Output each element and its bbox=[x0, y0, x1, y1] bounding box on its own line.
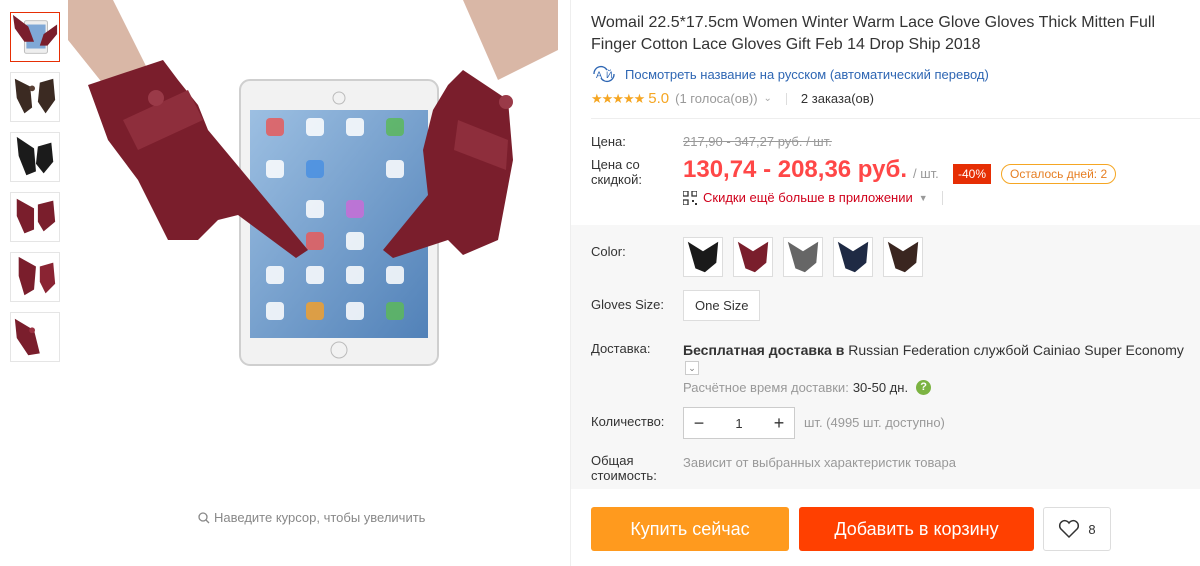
svg-text:A: A bbox=[596, 70, 602, 80]
thumbnail-3[interactable] bbox=[10, 132, 60, 182]
price-label: Цена: bbox=[591, 134, 626, 149]
total-info: Зависит от выбранных характеристик товар… bbox=[683, 455, 956, 470]
translate-icon: A Й bbox=[593, 66, 615, 82]
quantity-available: шт. (4995 шт. доступно) bbox=[804, 415, 945, 430]
help-icon[interactable]: ? bbox=[916, 380, 932, 395]
discount-price-label: Цена со скидкой: bbox=[591, 157, 642, 187]
rating-row: ★★★★★ 5.0 (1 голоса(ов)) ⌄ 2 заказа(ов) bbox=[591, 90, 874, 107]
wine-gloves-thumb-icon bbox=[16, 198, 56, 234]
tablet-gloves-thumb-icon bbox=[12, 14, 58, 54]
shipping-destination[interactable]: Russian Federation bbox=[848, 342, 969, 358]
shipping-label: Доставка: bbox=[591, 341, 651, 356]
size-option-one-size[interactable]: One Size bbox=[683, 290, 761, 321]
divider bbox=[941, 190, 943, 205]
price-block: Цена: 217,90 - 347,27 руб. / шт. Цена со… bbox=[571, 122, 1200, 225]
gray-glove-swatch-icon bbox=[787, 241, 819, 273]
color-label: Color: bbox=[591, 244, 626, 259]
minus-icon[interactable]: − bbox=[684, 408, 714, 438]
app-discount-text[interactable]: Скидки ещё больше в приложении bbox=[703, 190, 913, 205]
color-option-navy[interactable] bbox=[833, 237, 873, 277]
main-product-image[interactable] bbox=[68, 0, 558, 380]
shipping-via-text: службой bbox=[973, 342, 1029, 358]
color-option-black[interactable] bbox=[683, 237, 723, 277]
plus-icon[interactable]: + bbox=[764, 408, 794, 438]
divider bbox=[591, 118, 1200, 119]
color-option-wine[interactable] bbox=[733, 237, 773, 277]
product-title: Womail 22.5*17.5cm Women Winter Warm Lac… bbox=[591, 14, 1156, 53]
divider bbox=[785, 92, 787, 105]
product-info-panel: Womail 22.5*17.5cm Women Winter Warm Lac… bbox=[570, 0, 1200, 566]
buy-now-button[interactable]: Купить сейчас bbox=[591, 507, 789, 551]
quantity-input[interactable] bbox=[714, 415, 764, 431]
magnifier-icon bbox=[198, 511, 210, 523]
wine-gloves-thumb-icon bbox=[18, 256, 56, 296]
shipping-eta: Расчётное время доставки: 30-50 дн. ? bbox=[683, 380, 932, 395]
app-discount-link[interactable]: Скидки ещё больше в приложении ▼ bbox=[683, 190, 943, 205]
eta-value: 30-50 дн. bbox=[852, 380, 909, 395]
translate-link[interactable]: A Й Посмотреть название на русском (авто… bbox=[591, 65, 989, 83]
qr-code-icon bbox=[683, 190, 697, 205]
thumbnail-1[interactable] bbox=[10, 12, 60, 62]
thumbnail-2[interactable] bbox=[10, 72, 60, 122]
heart-icon bbox=[1059, 519, 1080, 539]
zoom-hint: Наведите курсор, чтобы увеличить bbox=[198, 510, 425, 525]
add-to-cart-button[interactable]: Добавить в корзину bbox=[799, 507, 1034, 551]
new-price: 130,74 - 208,36 руб. bbox=[683, 156, 907, 183]
wine-glove-swatch-icon bbox=[737, 241, 769, 273]
rating-stars-icon: ★★★★★ bbox=[591, 90, 645, 106]
old-price: 217,90 - 347,27 руб. / шт. bbox=[683, 134, 832, 149]
quantity-label: Количество: bbox=[591, 414, 665, 429]
svg-text:Й: Й bbox=[606, 69, 612, 80]
discount-badge: -40% bbox=[953, 164, 992, 184]
thumbnail-list bbox=[10, 12, 62, 372]
caret-down-icon[interactable]: ▼ bbox=[919, 193, 928, 203]
eta-label: Расчётное время доставки: bbox=[683, 380, 849, 395]
chevron-down-icon[interactable]: ⌄ bbox=[764, 93, 772, 104]
black-glove-swatch-icon bbox=[687, 241, 719, 273]
rating-score: 5.0 bbox=[648, 90, 670, 107]
wishlist-count: 8 bbox=[1088, 521, 1096, 537]
quantity-stepper: − + bbox=[683, 407, 795, 439]
shipping-carrier[interactable]: Cainiao Super Economy bbox=[1033, 342, 1184, 358]
zoom-hint-text: Наведите курсор, чтобы увеличить bbox=[214, 510, 426, 525]
thumbnail-6[interactable] bbox=[10, 312, 60, 362]
black-gloves-thumb-icon bbox=[16, 136, 54, 176]
price-unit: / шт. bbox=[913, 166, 939, 181]
wine-gloves-thumb-icon bbox=[14, 318, 40, 356]
gloves-tablet-image-icon bbox=[68, 0, 558, 380]
thumbnail-5[interactable] bbox=[10, 252, 60, 302]
translate-link-text[interactable]: Посмотреть название на русском (автомати… bbox=[625, 67, 989, 82]
thumbnail-4[interactable] bbox=[10, 192, 60, 242]
color-options bbox=[683, 237, 923, 277]
color-option-gray[interactable] bbox=[783, 237, 823, 277]
rating-votes[interactable]: (1 голоса(ов)) bbox=[675, 91, 757, 106]
color-option-brown[interactable] bbox=[883, 237, 923, 277]
orders-count: 2 заказа(ов) bbox=[800, 91, 874, 106]
total-label: Общая стоимость: bbox=[591, 453, 657, 483]
shipping-free-text: Бесплатная доставка в bbox=[683, 342, 845, 358]
sku-area: Color: Gloves Size: One Size Доставка: Б… bbox=[571, 225, 1200, 489]
days-left-badge: Осталось дней: 2 bbox=[1001, 164, 1117, 184]
navy-glove-swatch-icon bbox=[837, 241, 869, 273]
shipping-expand-icon[interactable]: ⌄ bbox=[685, 361, 699, 375]
size-label: Gloves Size: bbox=[591, 297, 664, 312]
wishlist-button[interactable]: 8 bbox=[1043, 507, 1111, 551]
brown-gloves-thumb-icon bbox=[14, 78, 56, 114]
shipping-info: Бесплатная доставка в Russian Federation… bbox=[683, 342, 1193, 358]
brown-glove-swatch-icon bbox=[887, 241, 919, 273]
